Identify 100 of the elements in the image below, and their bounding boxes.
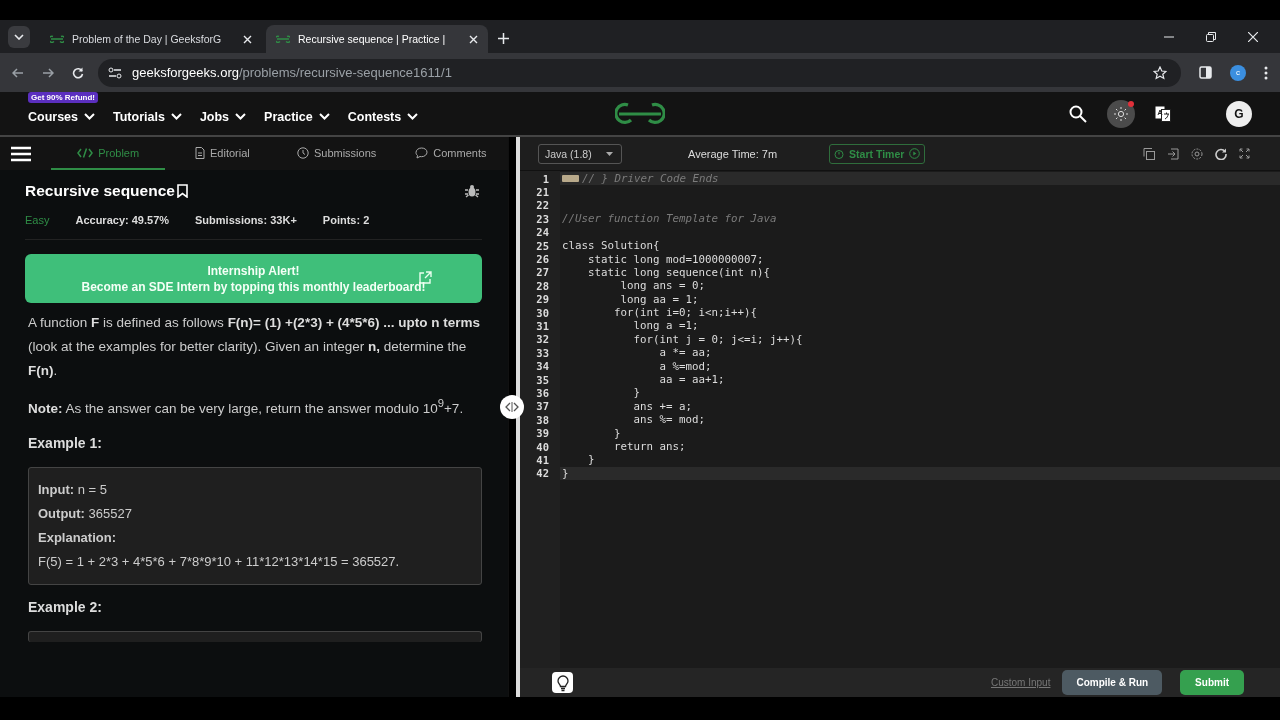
resize-arrows-icon xyxy=(505,402,519,412)
user-avatar[interactable]: G xyxy=(1226,100,1252,127)
problem-tab[interactable]: Submissions xyxy=(279,137,394,170)
code-line: long a =1; xyxy=(632,319,699,333)
line-number: 35 xyxy=(536,373,549,386)
line-number: 27 xyxy=(536,266,549,279)
close-icon[interactable] xyxy=(1248,32,1258,42)
banner-text: Internship Alert! xyxy=(207,263,300,278)
fold-marker[interactable] xyxy=(562,175,579,183)
compile-run-button[interactable]: Compile & Run xyxy=(1062,670,1163,695)
reset-icon[interactable] xyxy=(1215,147,1227,160)
code-line: } xyxy=(613,426,621,440)
new-tab-icon[interactable] xyxy=(498,33,509,44)
chevron-down-icon xyxy=(170,113,182,120)
side-panel-icon[interactable] xyxy=(1199,66,1212,79)
code-line: } xyxy=(587,453,595,467)
star-icon[interactable] xyxy=(1153,65,1167,80)
copy-icon[interactable] xyxy=(1143,147,1155,160)
import-icon[interactable] xyxy=(1167,147,1179,160)
clock-icon xyxy=(834,148,845,159)
bug-icon[interactable] xyxy=(465,184,479,198)
close-icon[interactable] xyxy=(469,34,478,44)
problem-stat: Points: 2 xyxy=(322,214,370,226)
code-line: ans %= mod; xyxy=(632,413,705,427)
nav-menu-item[interactable]: Jobs xyxy=(199,103,247,124)
code-line: aa = aa+1; xyxy=(658,373,725,387)
code-line: class Solution{ xyxy=(562,239,660,253)
back-icon[interactable] xyxy=(12,66,24,79)
line-number: 30 xyxy=(536,306,549,319)
fullscreen-icon[interactable] xyxy=(1239,148,1250,159)
site-logo-icon xyxy=(50,35,64,43)
translate-icon[interactable] xyxy=(1155,105,1171,122)
more-icon[interactable] xyxy=(1264,65,1268,80)
chevron-down-icon xyxy=(84,113,96,120)
site-logo-icon xyxy=(276,35,290,43)
line-number: 25 xyxy=(536,239,549,252)
close-icon[interactable] xyxy=(243,34,252,44)
document-icon xyxy=(195,146,205,159)
settings-icon[interactable] xyxy=(1191,147,1203,160)
problem-stat: Submissions: 33K+ xyxy=(195,214,297,226)
code-line: static long mod=1000000007; xyxy=(587,252,764,266)
start-timer-button[interactable]: Start Timer xyxy=(829,143,926,164)
example-text: Input: n = 5 xyxy=(38,480,108,499)
custom-input-link[interactable]: Custom Input xyxy=(990,677,1051,688)
line-number: 37 xyxy=(536,400,549,413)
line-number: 31 xyxy=(536,320,549,332)
problem-tab[interactable]: Comments xyxy=(393,137,508,170)
nav-menu-item[interactable]: Contests xyxy=(347,103,419,124)
line-number: 22 xyxy=(536,199,549,212)
notification-dot xyxy=(1128,100,1134,107)
problem-description: Note: As the answer can be very large, return the answer modulo 10$^{9}$+7. xyxy=(28,396,465,418)
caret-icon xyxy=(606,151,613,156)
code-line: for(int j = 0; j<=i; j++){ xyxy=(632,332,803,346)
problem-tab[interactable]: Problem xyxy=(51,137,166,170)
site-settings-icon[interactable] xyxy=(108,66,122,79)
line-number: 42 xyxy=(536,467,549,480)
browser-tab[interactable]: Problem of the Day | GeeksforG xyxy=(40,25,262,53)
chevron-down-icon xyxy=(318,113,330,120)
address-field[interactable]: geeksforgeeks.org/problems/recursive-sequence1611/1 xyxy=(98,58,1181,87)
search-icon[interactable] xyxy=(1069,104,1087,123)
nav-menu-item[interactable]: Tutorials xyxy=(113,103,182,124)
line-number: 32 xyxy=(536,333,549,346)
line-number: 39 xyxy=(536,427,549,440)
line-number: 36 xyxy=(536,386,549,399)
bookmark-icon[interactable] xyxy=(176,184,188,198)
clock-icon xyxy=(296,146,309,159)
site-logo-icon[interactable] xyxy=(615,100,665,127)
example-heading: Example 1: xyxy=(28,434,103,451)
average-time: Average Time: 7m xyxy=(688,147,778,160)
code-line: for(int i=0; i<n;i++){ xyxy=(613,306,757,320)
line-number: 26 xyxy=(536,253,549,266)
line-number: 41 xyxy=(536,453,549,466)
code-line: long ans = 0; xyxy=(619,279,705,293)
code-line: long aa = 1; xyxy=(619,292,699,306)
language-dropdown[interactable]: Java (1.8) xyxy=(538,143,622,164)
tab-search-button[interactable] xyxy=(8,26,30,48)
chevron-down-icon xyxy=(235,113,247,120)
code-line: static long sequence(int n){ xyxy=(587,265,770,279)
hint-button[interactable] xyxy=(552,672,573,693)
line-number: 1 xyxy=(542,172,549,185)
problem-stat: Accuracy: 49.57% xyxy=(75,214,170,226)
code-line: } xyxy=(562,466,569,480)
nav-menu-item[interactable]: Courses xyxy=(28,103,96,124)
chevron-down-icon xyxy=(407,113,419,120)
example-heading: Example 2: xyxy=(28,598,103,615)
chevron-down-icon xyxy=(14,34,24,40)
browser-tab[interactable]: Recursive sequence | Practice | xyxy=(266,25,488,53)
line-number: 40 xyxy=(536,440,549,453)
code-line: return ans; xyxy=(613,440,686,453)
nav-menu-item[interactable]: Practice xyxy=(264,103,330,124)
line-number: 23 xyxy=(536,212,549,225)
theme-toggle-button[interactable] xyxy=(1107,99,1135,128)
code-line: a *= aa; xyxy=(658,346,712,360)
reload-icon[interactable] xyxy=(72,66,84,79)
sun-icon xyxy=(1114,106,1128,121)
menu-icon[interactable] xyxy=(11,145,31,162)
problem-tab[interactable]: Editorial xyxy=(165,137,280,170)
restore-icon[interactable] xyxy=(1206,32,1216,42)
forward-icon[interactable] xyxy=(42,66,54,79)
problem-title: Recursive sequence xyxy=(25,182,175,200)
